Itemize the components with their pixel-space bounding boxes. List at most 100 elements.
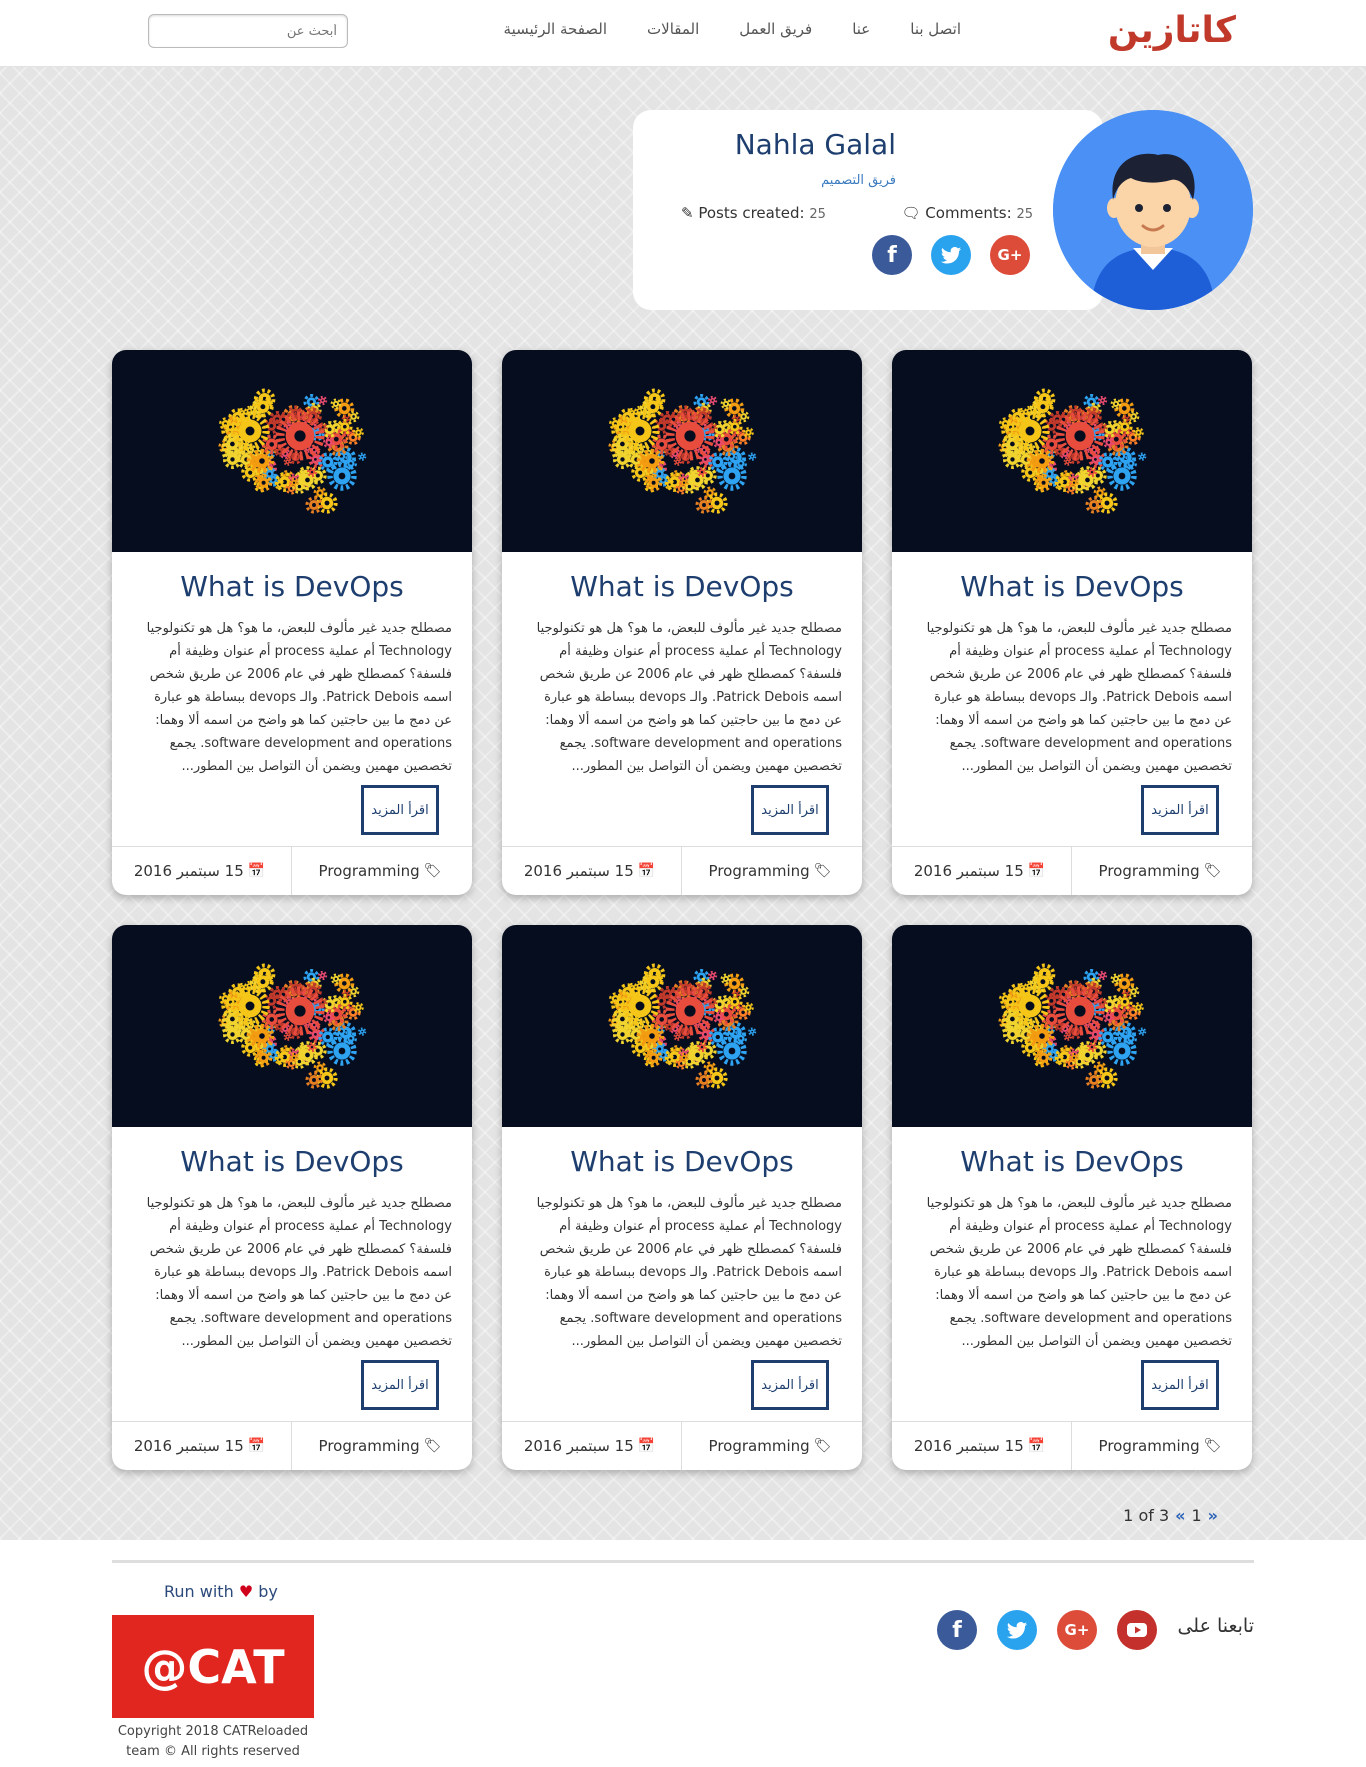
profile-name[interactable]: Nahla Galal bbox=[735, 128, 896, 161]
youtube-icon[interactable] bbox=[1117, 1610, 1157, 1650]
article-date: 📅 15 سبتمبر 2016 bbox=[502, 847, 682, 895]
brain-gears-icon bbox=[608, 963, 757, 1089]
article-date: 📅 15 سبتمبر 2016 bbox=[112, 1422, 292, 1470]
article-card: What is DevOps مصطلح جديد غير مألوف للبع… bbox=[112, 925, 472, 1470]
profile-social-links: f G+ bbox=[872, 235, 1030, 275]
article-footer: 📅 15 سبتمبر 2016 Programming 🏷 bbox=[502, 846, 862, 895]
article-category[interactable]: Programming 🏷 bbox=[1072, 847, 1252, 895]
read-more-button[interactable]: اقرأ المزيد bbox=[751, 785, 829, 835]
posts-stat: ✎ Posts created: 25 bbox=[681, 204, 826, 222]
footer-social-links: f G+ bbox=[937, 1610, 1157, 1650]
read-more-button[interactable]: اقرأ المزيد bbox=[361, 785, 439, 835]
article-card: What is DevOps مصطلح جديد غير مألوف للبع… bbox=[892, 350, 1252, 895]
date-text: 15 سبتمبر 2016 bbox=[133, 862, 244, 880]
nav-item-team[interactable]: فريق العمل bbox=[739, 20, 812, 38]
article-image[interactable] bbox=[892, 350, 1252, 552]
article-title[interactable]: What is DevOps bbox=[112, 1145, 472, 1178]
article-date: 📅 15 سبتمبر 2016 bbox=[892, 847, 1072, 895]
article-image[interactable] bbox=[892, 925, 1252, 1127]
article-category[interactable]: Programming 🏷 bbox=[1072, 1422, 1252, 1470]
nav-item-home[interactable]: الصفحة الرئيسية bbox=[504, 20, 608, 38]
article-category[interactable]: Programming 🏷 bbox=[292, 1422, 472, 1470]
article-footer: 📅 15 سبتمبر 2016 Programming 🏷 bbox=[112, 1421, 472, 1470]
facebook-icon[interactable]: f bbox=[937, 1610, 977, 1650]
tags-icon: 🏷 bbox=[1203, 1438, 1222, 1454]
cat-logo[interactable]: @CAT bbox=[112, 1615, 314, 1718]
article-title[interactable]: What is DevOps bbox=[892, 570, 1252, 603]
nav-item-about[interactable]: عنا bbox=[852, 20, 870, 38]
article-card: What is DevOps مصطلح جديد غير مألوف للبع… bbox=[112, 350, 472, 895]
comment-icon: 🗨 bbox=[901, 204, 921, 222]
category-text[interactable]: Programming bbox=[319, 1437, 420, 1455]
date-text: 15 سبتمبر 2016 bbox=[523, 1437, 634, 1455]
follow-us-label: تابعنا على bbox=[1177, 1615, 1254, 1637]
posts-count: 25 bbox=[809, 207, 826, 222]
article-title[interactable]: What is DevOps bbox=[892, 1145, 1252, 1178]
article-excerpt: مصطلح جديد غير مألوف للبعض، ما هو؟ هل هو… bbox=[926, 1196, 1232, 1349]
calendar-icon: 📅 bbox=[1027, 1438, 1046, 1454]
article-date: 📅 15 سبتمبر 2016 bbox=[502, 1422, 682, 1470]
article-category[interactable]: Programming 🏷 bbox=[682, 847, 862, 895]
profile-team[interactable]: فريق التصميم bbox=[821, 173, 896, 188]
page-info: 1 of 3 bbox=[1123, 1506, 1170, 1525]
copyright: Copyright 2018 CATReloaded team © All ri… bbox=[112, 1722, 314, 1762]
google-plus-icon[interactable]: G+ bbox=[990, 235, 1030, 275]
article-image[interactable] bbox=[112, 350, 472, 552]
article-date: 📅 15 سبتمبر 2016 bbox=[112, 847, 292, 895]
article-image[interactable] bbox=[112, 925, 472, 1127]
article-image[interactable] bbox=[502, 925, 862, 1127]
calendar-icon: 📅 bbox=[247, 863, 266, 879]
nav-item-contact[interactable]: اتصل بنا bbox=[910, 20, 961, 38]
pencil-icon: ✎ bbox=[681, 204, 694, 222]
current-page[interactable]: 1 bbox=[1191, 1506, 1201, 1525]
read-more-button[interactable]: اقرأ المزيد bbox=[751, 1360, 829, 1410]
brain-gears-icon bbox=[218, 388, 367, 514]
comments-label: Comments: bbox=[925, 204, 1012, 222]
category-text[interactable]: Programming bbox=[709, 1437, 810, 1455]
article-category[interactable]: Programming 🏷 bbox=[292, 847, 472, 895]
nav-item-articles[interactable]: المقالات bbox=[647, 20, 699, 38]
article-excerpt: مصطلح جديد غير مألوف للبعض، ما هو؟ هل هو… bbox=[536, 621, 842, 774]
article-card: What is DevOps مصطلح جديد غير مألوف للبع… bbox=[892, 925, 1252, 1470]
calendar-icon: 📅 bbox=[637, 1438, 656, 1454]
article-title[interactable]: What is DevOps bbox=[112, 570, 472, 603]
category-text[interactable]: Programming bbox=[319, 862, 420, 880]
read-more-button[interactable]: اقرأ المزيد bbox=[1141, 1360, 1219, 1410]
article-card: What is DevOps مصطلح جديد غير مألوف للبع… bbox=[502, 350, 862, 895]
next-page-icon[interactable]: » bbox=[1208, 1506, 1218, 1525]
article-footer: 📅 15 سبتمبر 2016 Programming 🏷 bbox=[892, 846, 1252, 895]
date-text: 15 سبتمبر 2016 bbox=[523, 862, 634, 880]
article-title[interactable]: What is DevOps bbox=[502, 570, 862, 603]
avatar bbox=[1053, 110, 1253, 310]
read-more-button[interactable]: اقرأ المزيد bbox=[361, 1360, 439, 1410]
date-text: 15 سبتمبر 2016 bbox=[913, 862, 1024, 880]
category-text[interactable]: Programming bbox=[1099, 862, 1200, 880]
article-image[interactable] bbox=[502, 350, 862, 552]
tags-icon: 🏷 bbox=[1203, 863, 1222, 879]
category-text[interactable]: Programming bbox=[1099, 1437, 1200, 1455]
article-title[interactable]: What is DevOps bbox=[502, 1145, 862, 1178]
search-input[interactable] bbox=[148, 14, 348, 48]
run-with-text: Run with ♥ by bbox=[164, 1582, 278, 1601]
prev-page-icon[interactable]: « bbox=[1175, 1506, 1185, 1525]
date-text: 15 سبتمبر 2016 bbox=[133, 1437, 244, 1455]
heart-icon: ♥ bbox=[238, 1582, 254, 1601]
article-excerpt: مصطلح جديد غير مألوف للبعض، ما هو؟ هل هو… bbox=[536, 1196, 842, 1349]
comments-stat: 🗨 Comments: 25 bbox=[901, 204, 1033, 222]
nav-menu: الصفحة الرئيسية المقالات فريق العمل عنا … bbox=[504, 20, 961, 38]
brand-logo[interactable]: كاتازين bbox=[1108, 10, 1236, 51]
google-plus-icon[interactable]: G+ bbox=[1057, 1610, 1097, 1650]
article-category[interactable]: Programming 🏷 bbox=[682, 1422, 862, 1470]
posts-label: Posts created: bbox=[698, 204, 805, 222]
twitter-icon[interactable] bbox=[931, 235, 971, 275]
by-label: by bbox=[258, 1582, 278, 1601]
facebook-icon[interactable]: f bbox=[872, 235, 912, 275]
twitter-icon[interactable] bbox=[997, 1610, 1037, 1650]
comments-count: 25 bbox=[1016, 207, 1033, 222]
category-text[interactable]: Programming bbox=[709, 862, 810, 880]
article-footer: 📅 15 سبتمبر 2016 Programming 🏷 bbox=[112, 846, 472, 895]
read-more-button[interactable]: اقرأ المزيد bbox=[1141, 785, 1219, 835]
run-with-label: Run with bbox=[164, 1582, 234, 1601]
brain-gears-icon bbox=[998, 963, 1147, 1089]
tags-icon: 🏷 bbox=[423, 863, 442, 879]
